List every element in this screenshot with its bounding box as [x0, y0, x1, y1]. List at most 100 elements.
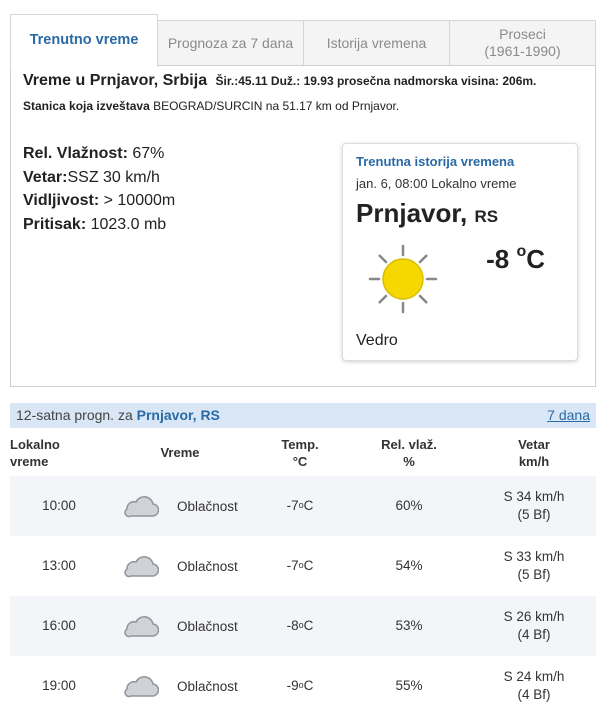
row-temp: -9 oC	[268, 656, 332, 716]
header-text: Temp.	[281, 437, 319, 452]
row-degree-mark: o	[298, 560, 304, 570]
cloud-icon	[124, 556, 159, 578]
wind-value: SSZ 30 km/h	[67, 168, 160, 186]
location-heading: Vreme u Prnjavor, Srbija Šir.:45.11 Duž.…	[23, 72, 536, 90]
weather-tabs: Trenutno vreme Prognoza za 7 dana Istori…	[10, 14, 596, 67]
row-wind: S 33 km/h (5 Bf)	[488, 536, 580, 596]
row-wind-beaufort: (4 Bf)	[517, 687, 551, 702]
current-condition: Vedro	[356, 332, 398, 349]
row-wind-speed: S 33 km/h	[503, 549, 565, 564]
header-local-time: Lokalno vreme	[10, 436, 60, 470]
row-temp-value: -9	[286, 678, 299, 693]
row-temp-unit: C	[303, 498, 314, 513]
forecast-table-header: Lokalno vreme Vreme Temp. °C Rel. vlaž.% V…	[10, 434, 596, 477]
row-temp-value: -7	[286, 558, 299, 573]
tab-label: Istorija vremena	[326, 34, 427, 51]
reporting-station: Stanica koja izveštava BEOGRAD/SURCIN na…	[23, 99, 399, 113]
row-humidity: 54%	[395, 558, 423, 573]
row-time: 19:00	[42, 678, 76, 693]
row-wind: S 26 km/h (4 Bf)	[488, 596, 580, 656]
row-wind: S 34 km/h (5 Bf)	[488, 476, 580, 536]
row-temp-unit: C	[303, 618, 314, 633]
row-humidity: 55%	[395, 678, 423, 693]
current-history-card: Trenutna istorija vremena jan. 6, 08:00 …	[342, 143, 578, 361]
row-wind-beaufort: (5 Bf)	[517, 507, 551, 522]
header-wind: Vetar km/h	[494, 436, 574, 470]
forecast-place[interactable]: Prnjavor, RS	[137, 407, 220, 423]
header-text: Vetar	[518, 437, 550, 452]
header-text: km/h	[518, 454, 550, 469]
current-temperature: -8 oC	[486, 243, 545, 275]
row-temp: -7 oC	[268, 476, 332, 536]
humidity-value: 67%	[127, 145, 165, 162]
card-title[interactable]: Trenutna istorija vremena	[356, 154, 514, 169]
row-degree-mark: o	[298, 620, 304, 630]
tab-current-weather[interactable]: Trenutno vreme	[10, 14, 158, 67]
temp-value: -8	[486, 244, 517, 274]
row-temp-value: -7	[286, 498, 299, 513]
row-degree-mark: o	[298, 500, 304, 510]
location-coordinates: Šir.:45.11 Duž.: 19.93 prosečna nadmorsk…	[215, 74, 537, 88]
row-wind: S 24 km/h (4 Bf)	[488, 656, 580, 716]
wind-label: Vetar:	[23, 168, 68, 186]
row-weather: Oblačnost	[177, 498, 238, 514]
forecast-row: 10:00 Oblačnost -7 oC 60% S 34 km/h (5 Bf…	[10, 476, 596, 536]
header-text: Lokalno	[10, 437, 60, 452]
tab-averages[interactable]: Proseci (1961-1990)	[449, 20, 596, 66]
conditions-list: Rel. Vlažnost: 67% Vetar:SSZ 30 km/h Vid…	[23, 142, 175, 236]
row-time: 13:00	[42, 558, 76, 573]
row-temp-unit: C	[303, 558, 314, 573]
country-code: RS	[474, 207, 499, 226]
row-wind-beaufort: (4 Bf)	[517, 627, 551, 642]
header-weather: Vreme	[160, 445, 200, 460]
temp-unit: C	[526, 244, 545, 274]
header-humidity: Rel. vlaž.%	[364, 436, 454, 470]
forecast-row: 13:00 Oblačnost -7 oC 54% S 33 km/h (5 Bf…	[10, 536, 596, 596]
row-time: 10:00	[42, 498, 76, 513]
row-temp: -7 oC	[268, 536, 332, 596]
row-weather: Oblačnost	[177, 618, 238, 634]
city-name: Prnjavor,	[356, 198, 468, 228]
header-temp: Temp. °C	[268, 436, 332, 470]
row-temp-value: -8	[286, 618, 299, 633]
row-wind-speed: S 24 km/h	[503, 669, 565, 684]
header-text: Rel. vlaž.	[381, 437, 437, 452]
current-weather-panel: Vreme u Prnjavor, Srbija Šir.:45.11 Duž.…	[10, 65, 596, 387]
header-text: °C	[292, 454, 308, 469]
cloud-icon	[124, 616, 159, 638]
tab-weather-history[interactable]: Istorija vremena	[303, 20, 450, 66]
row-wind-beaufort: (5 Bf)	[517, 567, 551, 582]
humidity-label: Rel. Vlažnost:	[23, 145, 128, 162]
location-title: Vreme u Prnjavor, Srbija	[23, 72, 208, 89]
row-wind-speed: S 34 km/h	[503, 489, 565, 504]
cloud-icon	[124, 496, 159, 518]
row-degree-mark: o	[298, 680, 304, 690]
tab-7-day-forecast[interactable]: Prognoza za 7 dana	[157, 20, 304, 66]
observation-time: jan. 6, 08:00 Lokalno vreme	[356, 176, 517, 191]
humidity-line: Rel. Vlažnost: 67%	[23, 142, 175, 166]
tab-label: Proseci	[499, 26, 546, 42]
station-label: Stanica koja izveštava	[23, 99, 150, 113]
row-weather: Oblačnost	[177, 558, 238, 574]
header-text: vreme	[10, 454, 49, 469]
tab-label: Prognoza za 7 dana	[167, 34, 294, 51]
tab-sublabel: (1961-1990)	[484, 43, 561, 59]
forecast-row: 19:00 Oblačnost -9 oC 55% S 24 km/h (4 Bf…	[10, 656, 596, 716]
row-wind-speed: S 26 km/h	[503, 609, 565, 624]
pressure-value: 1023.0 mb	[86, 215, 167, 233]
degree-mark: o	[516, 243, 527, 261]
wind-line: Vetar:SSZ 30 km/h	[23, 166, 175, 190]
pressure-line: Pritisak: 1023.0 mb	[23, 213, 175, 237]
row-temp: -8 oC	[268, 596, 332, 656]
row-weather: Oblačnost	[177, 678, 238, 694]
visibility-line: Vidljivost: > 10000m	[23, 189, 175, 213]
row-temp-unit: C	[303, 678, 314, 693]
forecast-label-prefix: 12-satna progn. za	[16, 407, 137, 423]
tab-label: Trenutno vreme	[29, 32, 139, 48]
forecast-label: 12-satna progn. za Prnjavor, RS	[16, 407, 220, 423]
row-time: 16:00	[42, 618, 76, 633]
header-text: %	[403, 454, 415, 469]
7-day-link[interactable]: 7 dana	[547, 407, 590, 423]
cloud-icon	[124, 676, 159, 698]
visibility-label: Vidljivost:	[23, 192, 100, 209]
